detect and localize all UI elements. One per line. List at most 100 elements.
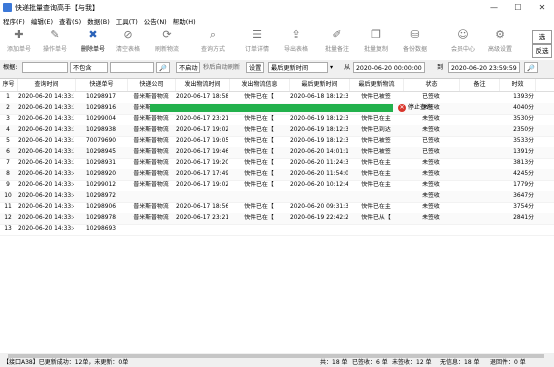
close-button[interactable]: ✕: [530, 0, 554, 15]
table-row[interactable]: 13 2020-06-20 14:33:43 10298693: [0, 224, 554, 236]
table-cell-si: 快件已在【: [244, 116, 274, 122]
table-cell-n: 1: [6, 94, 10, 100]
table-cell-lt: 2020-06-20 09:31:30: [290, 204, 348, 210]
column-header[interactable]: 查询时间: [18, 79, 76, 91]
table-cell-r: [460, 136, 498, 147]
table-cell-t: 1393分: [513, 94, 534, 100]
table-cell-n: 12: [4, 215, 12, 221]
table-cell-n: 6: [6, 149, 10, 155]
toolbar-pencil-doc-button[interactable]: ✎ 操作单号: [38, 28, 72, 58]
sort-dropdown-icon[interactable]: ▾: [330, 62, 333, 73]
table-cell-q: 2020-06-20 14:33:36: [18, 127, 74, 133]
invert-select-button[interactable]: 反选: [532, 44, 552, 58]
table-cell-no: 10298917: [86, 94, 116, 100]
toolbar-label: 批量备注: [324, 46, 349, 53]
from-label: 从: [344, 64, 351, 71]
table-cell-lt: 2020-06-18 18:12:35: [290, 94, 348, 100]
table-cell-li: 快件已到达: [361, 127, 391, 133]
toolbar-remark-button[interactable]: ✐ 批量备注: [320, 28, 354, 58]
toolbar-delete-doc-button[interactable]: ✖ 删除单号: [76, 28, 110, 58]
table-cell-st: 2020-06-17 17:49:01: [176, 171, 228, 177]
toolbar-label: 订单详情: [244, 46, 269, 53]
status-returned: 退回件：0 单: [490, 359, 526, 366]
keyword-input[interactable]: [110, 62, 154, 73]
sort-select[interactable]: 最后更新时间: [268, 62, 328, 73]
table-cell-si: 快件已在【: [244, 138, 274, 144]
table-cell-si: [230, 224, 288, 235]
menu-help[interactable]: 帮助(H): [170, 16, 199, 26]
column-header[interactable]: 序号: [0, 79, 18, 91]
table-cell-n: 11: [4, 204, 12, 210]
table-cell-t: 1391分: [513, 149, 534, 155]
table-cell-si: 快件已在【: [244, 149, 274, 155]
table-cell-lt: 2020-06-20 11:24:36: [290, 160, 348, 166]
column-header[interactable]: 快递公司: [128, 79, 176, 91]
menu-program[interactable]: 程序(F): [0, 16, 28, 26]
table-cell-li: 快件已在主: [361, 171, 391, 177]
filter-field-input[interactable]: [22, 62, 68, 73]
table-cell-no: 10298916: [86, 105, 116, 111]
status-signed: 已签收：6 单: [352, 359, 388, 366]
column-header[interactable]: 发出物流时间: [176, 79, 230, 91]
table-cell-q: 2020-06-20 14:33:39: [18, 160, 74, 166]
column-header[interactable]: 状态: [404, 79, 460, 91]
auto-refresh-select[interactable]: 不启动: [176, 62, 200, 73]
menu-view[interactable]: 查看(S): [56, 16, 84, 26]
table-cell-no: 10298945: [86, 149, 116, 155]
toolbar-copy-button[interactable]: ❐ 批量复制: [359, 28, 393, 58]
contain-select[interactable]: 不包含: [70, 62, 108, 73]
toolbar-search-mode-button[interactable]: ⌕ 查询方式: [196, 28, 230, 58]
select-button[interactable]: 选: [532, 30, 552, 44]
toolbar-plus-doc-button[interactable]: ✚ 添加单号: [2, 28, 36, 58]
date-search-button[interactable]: 🔎: [524, 62, 538, 73]
table-cell-si: 快件已在【: [244, 204, 274, 210]
menu-data[interactable]: 数据(B): [84, 16, 113, 26]
table-cell-co: 普米斯普物流: [133, 149, 169, 155]
stop-query-button[interactable]: ✕ 停止查询: [398, 102, 432, 113]
to-date-input[interactable]: 2020-06-20 23:59:59: [448, 62, 520, 73]
column-header[interactable]: 最后更新物流: [350, 79, 404, 91]
menu-notice[interactable]: 公告(N): [141, 16, 170, 26]
table-cell-si: 快件已在【: [244, 127, 274, 133]
toolbar-member-button[interactable]: ☺ 会员中心: [446, 28, 480, 58]
toolbar-label: 清空表格: [115, 46, 140, 53]
query-progress-bar: [150, 104, 393, 112]
column-header[interactable]: 最后更新时间: [290, 79, 350, 91]
maximize-button[interactable]: ☐: [506, 0, 530, 15]
table-cell-r: [460, 213, 498, 224]
toolbar-backup-button[interactable]: ⛁ 备份数据: [398, 28, 432, 58]
toolbar-settings-button[interactable]: ⚙ 高级设置: [483, 28, 517, 58]
table-cell-r: [460, 191, 498, 202]
scroll-thumb[interactable]: [8, 354, 544, 358]
from-date-input[interactable]: 2020-06-20 00:00:00: [353, 62, 425, 73]
toolbar-label: 刷新物流: [154, 46, 179, 53]
column-header[interactable]: 快递单号: [76, 79, 128, 91]
toolbar-export-button[interactable]: ⇪ 导出表格: [279, 28, 313, 58]
table-cell-t: 4040分: [513, 105, 534, 111]
toolbar-refresh-button[interactable]: ⟳ 刷新物流: [150, 28, 184, 58]
search-button[interactable]: 🔎: [156, 62, 170, 73]
table-cell-s: 未签收: [422, 160, 440, 166]
table-cell-st: [176, 224, 228, 235]
table-cell-q: 2020-06-20 14:33:43: [18, 226, 74, 232]
table-cell-r: [460, 114, 498, 125]
table-cell-li: 快件已在主: [361, 160, 391, 166]
menu-edit[interactable]: 编辑(E): [28, 16, 56, 26]
table-cell-no: 10298972: [86, 193, 116, 199]
toolbar-clear-table-button[interactable]: ⊘ 清空表格: [111, 28, 145, 58]
table-cell-no: 10299004: [86, 116, 116, 122]
toolbar-label: 添加单号: [6, 46, 31, 53]
column-header[interactable]: 发出物流信息: [230, 79, 290, 91]
column-header[interactable]: 备注: [460, 79, 500, 91]
table-cell-n: 5: [6, 138, 10, 144]
table-cell-li: 快件已在主: [361, 204, 391, 210]
table-cell-n: 10: [4, 193, 12, 199]
menu-tools[interactable]: 工具(T): [113, 16, 141, 26]
column-header[interactable]: 时效: [500, 79, 536, 91]
member-icon: ☺: [457, 28, 469, 41]
minimize-button[interactable]: —: [482, 0, 506, 15]
refresh-icon: ⟳: [162, 28, 172, 41]
toolbar-detail-button[interactable]: ☰ 订单详情: [240, 28, 274, 58]
settings-button[interactable]: 设置: [246, 62, 264, 73]
clear-table-icon: ⊘: [123, 28, 133, 41]
